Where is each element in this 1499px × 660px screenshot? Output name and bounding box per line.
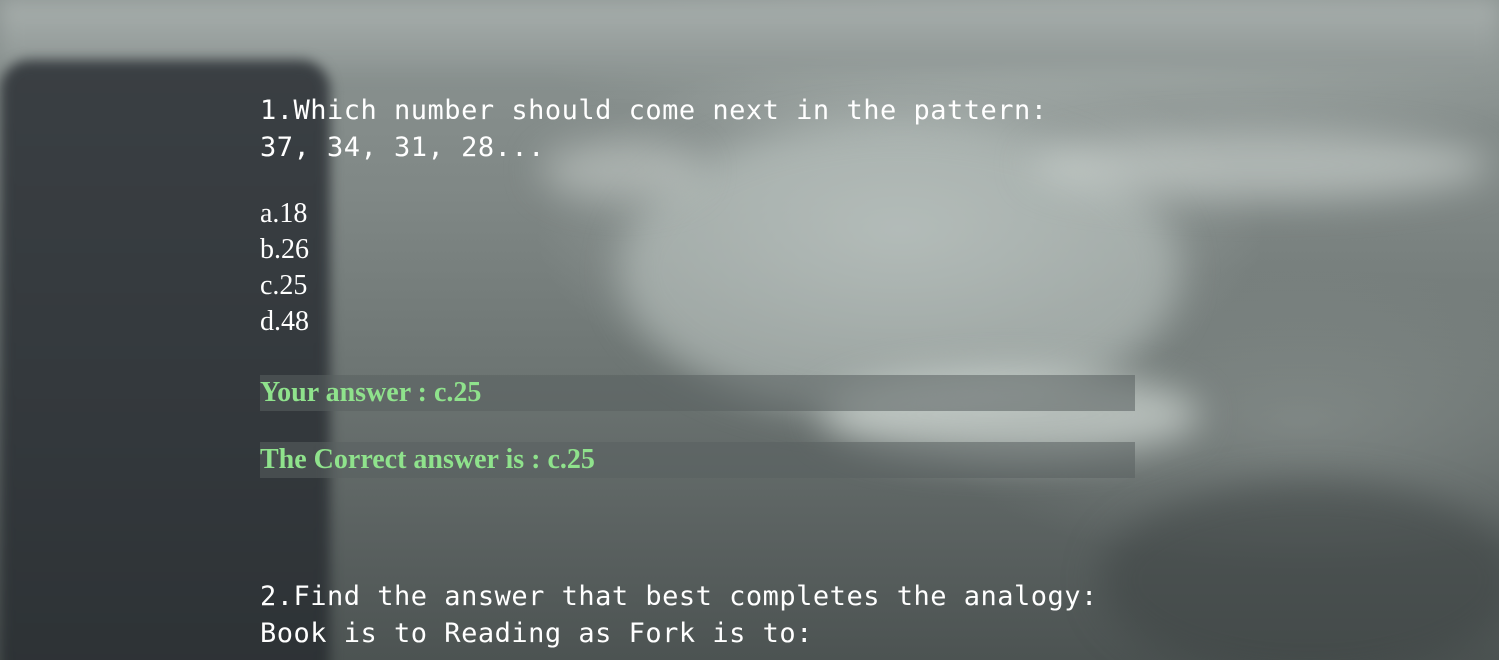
background-blob (1100, 480, 1499, 660)
question-2: 2.Find the answer that best completes th… (260, 578, 1098, 652)
option-a: a.18 (260, 198, 308, 229)
question-2-text: 2.Find the answer that best completes th… (260, 578, 1098, 652)
your-answer: Your answer : c.25 (260, 375, 1135, 411)
question-1-text: 1.Which number should come next in the p… (260, 92, 1160, 166)
option-d: d.48 (260, 306, 309, 337)
question-2-line2: Book is to Reading as Fork is to: (260, 618, 813, 649)
correct-answer: The Correct answer is : c.25 (260, 442, 1135, 478)
option-c: c.25 (260, 270, 308, 301)
question-1-line1: 1.Which number should come next in the p… (260, 95, 1048, 126)
question-2-line1: 2.Find the answer that best completes th… (260, 581, 1098, 612)
question-1-line2: 37, 34, 31, 28... (260, 132, 545, 163)
option-b: b.26 (260, 234, 309, 265)
question-1-options: a.18 b.26 c.25 d.48 (260, 196, 1160, 340)
question-1: 1.Which number should come next in the p… (260, 92, 1160, 478)
quiz-results: 1.Which number should come next in the p… (260, 92, 1160, 649)
